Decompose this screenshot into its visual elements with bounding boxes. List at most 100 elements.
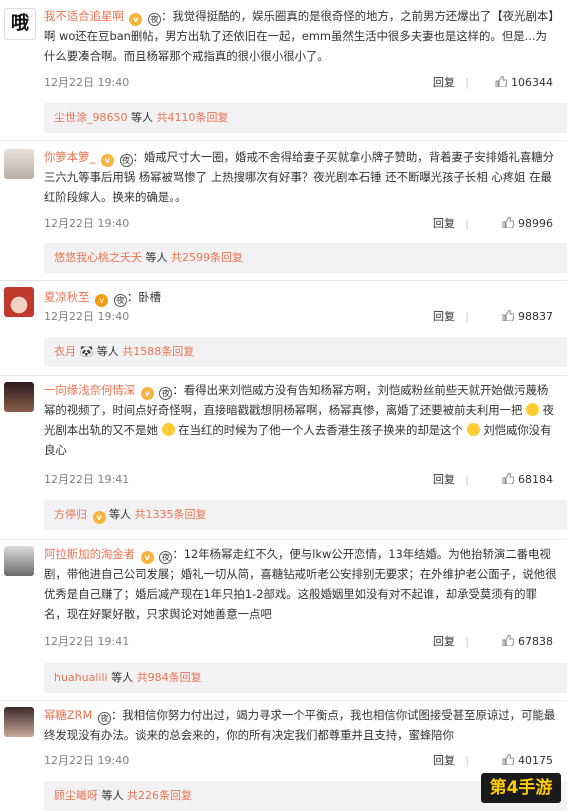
emoji-icon xyxy=(161,423,175,436)
more-replies-link[interactable]: 共4110条回复 xyxy=(157,111,229,124)
like-button[interactable]: 40175 xyxy=(502,752,553,770)
reply-button[interactable]: 回复 xyxy=(433,215,455,233)
like-button[interactable]: 67838 xyxy=(502,633,553,651)
reply-button[interactable]: 回复 xyxy=(433,74,455,92)
comment-time: 12月22日 19:40 xyxy=(44,754,130,767)
comment-time: 12月22日 19:40 xyxy=(44,76,130,89)
sub-reply-suffix: 等人 xyxy=(109,508,131,521)
sub-replies[interactable]: 悠悠我心桃之夭夭 等人 共2599条回复 xyxy=(44,243,567,273)
level-badge-icon: 夜 xyxy=(148,13,161,26)
emoji-icon xyxy=(526,403,540,416)
like-count: 106344 xyxy=(511,76,553,89)
thumbs-up-icon xyxy=(502,473,514,484)
divider xyxy=(0,700,567,701)
divider: | xyxy=(465,635,469,648)
comment-username[interactable]: 夏凉秋至 xyxy=(44,290,90,304)
vip-badge-icon: v xyxy=(140,387,154,400)
comment-meta: 12月22日 19:40 回复 | 40175 xyxy=(44,752,553,770)
comment-body: 你箩本箩_ v 夜：婚戒尺寸大一圈，婚戒不舍得给妻子买就拿小牌子赞助，背着妻子安… xyxy=(44,150,554,204)
comment-body: 阿拉斯加的淘金者 v 夜：12年杨幂走红不久，便与lkw公开恋情，13年结婚。为… xyxy=(44,547,557,621)
reply-button[interactable]: 回复 xyxy=(433,308,455,326)
crying-emoji-icon xyxy=(466,423,480,436)
divider xyxy=(0,375,567,376)
like-button[interactable]: 106344 xyxy=(495,74,553,92)
thumbs-up-icon xyxy=(502,310,514,321)
like-button[interactable]: 98996 xyxy=(502,215,553,233)
comment-username[interactable]: 我不适合追星啊 xyxy=(44,9,124,23)
comment-body: 夏凉秋至 v 夜：卧槽 xyxy=(44,290,162,307)
comment-time: 12月22日 19:40 xyxy=(44,310,130,323)
level-badge-icon: 夜 xyxy=(97,712,111,725)
level-badge-icon: 夜 xyxy=(119,154,133,167)
comment-meta: 12月22日 19:40 回复 | 98837 xyxy=(44,308,553,326)
sub-reply-user[interactable]: 顾尘曦呀 xyxy=(54,789,98,802)
vip-badge-icon: v xyxy=(95,294,109,307)
sub-replies[interactable]: 衣月 🐼 等人 共1588条回复 xyxy=(44,337,567,367)
level-badge-icon: 夜 xyxy=(159,387,173,400)
divider xyxy=(0,280,567,281)
comment-body: 一向缘浅奈何情深 v 夜：看得出来刘恺威方没有告知杨幂方啊，刘恺威粉丝前些天就开… xyxy=(44,383,555,457)
divider xyxy=(0,140,567,141)
comment-time: 12月22日 19:41 xyxy=(44,635,130,648)
comment-text: 我相信你努力付出过，竭力寻求一个平衡点，我也相信你试图接受甚至原谅过，可能最终发… xyxy=(44,708,556,742)
more-replies-link[interactable]: 共1335条回复 xyxy=(135,508,207,521)
reply-button[interactable]: 回复 xyxy=(433,471,455,489)
divider: | xyxy=(465,473,469,486)
reply-button[interactable]: 回复 xyxy=(433,633,455,651)
comment-username[interactable]: 你箩本箩_ xyxy=(44,150,95,164)
more-replies-link[interactable]: 共1588条回复 xyxy=(122,345,194,358)
sub-replies[interactable]: 尘世涂_98650 等人 共4110条回复 xyxy=(44,103,567,133)
sub-reply-user[interactable]: 悠悠我心桃之夭夭 xyxy=(54,251,142,264)
comment-username[interactable]: 一向缘浅奈何情深 xyxy=(44,383,135,397)
more-replies-link[interactable]: 共984条回复 xyxy=(137,671,202,684)
like-count: 98996 xyxy=(518,217,553,230)
level-badge-icon: 夜 xyxy=(113,294,127,307)
sub-replies[interactable]: huahualili 等人 共984条回复 xyxy=(44,663,567,693)
vip-badge-icon: v xyxy=(92,511,106,524)
sub-replies[interactable]: 方停归 v 等人 共1335条回复 xyxy=(44,500,567,530)
sub-reply-suffix: 等人 xyxy=(145,251,168,264)
divider: | xyxy=(465,310,469,323)
comment-meta: 12月22日 19:40 回复 | 106344 xyxy=(44,74,553,92)
comment-time: 12月22日 19:40 xyxy=(44,217,130,230)
comment-username[interactable]: 幂糖ZRM xyxy=(44,708,92,722)
divider: | xyxy=(465,217,469,230)
comment-text: 卧槽 xyxy=(138,290,162,304)
avatar[interactable] xyxy=(4,546,34,576)
avatar[interactable] xyxy=(4,382,34,412)
comment-meta: 12月22日 19:41 回复 | 68184 xyxy=(44,471,553,489)
sub-reply-suffix: 等人 xyxy=(111,671,134,684)
sub-reply-suffix: 等人 xyxy=(96,345,119,358)
like-count: 40175 xyxy=(518,754,553,767)
like-count: 68184 xyxy=(518,473,553,486)
thumbs-up-icon xyxy=(502,635,514,646)
avatar[interactable]: 哦 xyxy=(4,8,36,40)
comment-meta: 12月22日 19:40 回复 | 98996 xyxy=(44,215,553,233)
divider: | xyxy=(465,754,469,767)
comment-body: 幂糖ZRM 夜：我相信你努力付出过，竭力寻求一个平衡点，我也相信你试图接受甚至原… xyxy=(44,708,556,742)
divider: | xyxy=(465,76,469,89)
avatar[interactable] xyxy=(4,149,34,179)
vip-badge-icon: v xyxy=(129,13,143,26)
sub-reply-suffix: 等人 xyxy=(131,111,153,124)
sub-reply-user[interactable]: 方停归 xyxy=(54,508,87,521)
sub-reply-user[interactable]: 衣月 xyxy=(54,345,76,358)
vip-badge-icon: v xyxy=(140,551,154,564)
divider xyxy=(0,539,567,540)
like-button[interactable]: 98837 xyxy=(502,308,553,326)
sub-reply-user[interactable]: huahualili xyxy=(54,671,108,684)
more-replies-link[interactable]: 共226条回复 xyxy=(127,789,192,802)
avatar[interactable] xyxy=(4,707,34,737)
like-count: 98837 xyxy=(518,310,553,323)
comment-text: 在当红的时候为了他一个人去香港生孩子换来的却是这个 xyxy=(178,423,463,437)
thumbs-up-icon xyxy=(502,754,514,765)
more-replies-link[interactable]: 共2599条回复 xyxy=(171,251,243,264)
comment-meta: 12月22日 19:41 回复 | 67838 xyxy=(44,633,553,651)
like-button[interactable]: 68184 xyxy=(502,471,553,489)
comment-time: 12月22日 19:41 xyxy=(44,473,130,486)
avatar[interactable] xyxy=(4,287,34,317)
reply-button[interactable]: 回复 xyxy=(433,752,455,770)
sub-reply-user[interactable]: 尘世涂_98650 xyxy=(54,111,128,124)
sub-reply-suffix: 等人 xyxy=(101,789,124,802)
comment-username[interactable]: 阿拉斯加的淘金者 xyxy=(44,547,135,561)
